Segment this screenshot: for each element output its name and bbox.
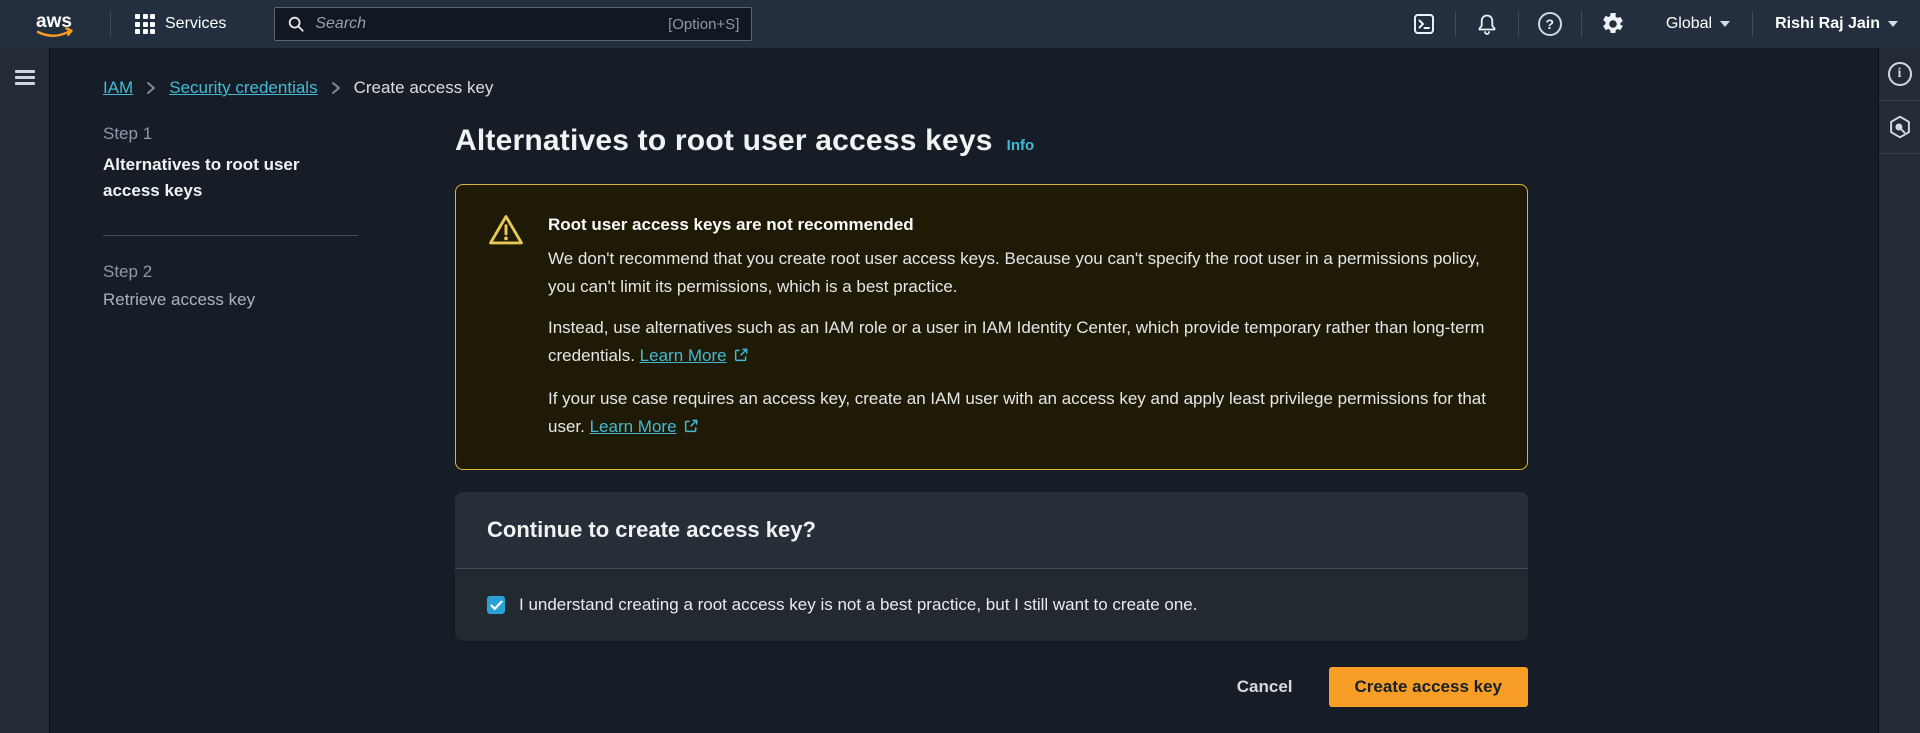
user-name: Rishi Raj Jain bbox=[1775, 15, 1880, 33]
help-button[interactable]: ? bbox=[1519, 0, 1581, 48]
services-grid-icon bbox=[135, 14, 155, 34]
external-link-icon bbox=[683, 415, 699, 443]
services-label: Services bbox=[165, 15, 226, 33]
create-access-key-button[interactable]: Create access key bbox=[1329, 667, 1528, 707]
breadcrumb-link-iam[interactable]: IAM bbox=[103, 78, 133, 98]
breadcrumb-link-security-credentials[interactable]: Security credentials bbox=[169, 78, 317, 98]
settings-button[interactable] bbox=[1582, 0, 1644, 48]
breadcrumb: IAM Security credentials Create access k… bbox=[50, 48, 1878, 98]
region-label: Global bbox=[1666, 15, 1712, 33]
bell-icon bbox=[1475, 12, 1499, 36]
cancel-button[interactable]: Cancel bbox=[1237, 677, 1293, 697]
page-title: Alternatives to root user access keys bbox=[455, 124, 993, 158]
left-navigation-rail bbox=[0, 48, 50, 733]
step-1-title[interactable]: Alternatives to root user access keys bbox=[103, 152, 335, 205]
confirm-panel-header: Continue to create access key? bbox=[455, 492, 1528, 569]
search-box[interactable]: [Option+S] bbox=[274, 7, 752, 41]
confirm-panel-title: Continue to create access key? bbox=[487, 517, 1496, 543]
info-icon: i bbox=[1888, 62, 1912, 86]
step-1-label: Step 1 bbox=[103, 124, 403, 144]
main-content-area: IAM Security credentials Create access k… bbox=[50, 48, 1878, 733]
learn-more-link-1[interactable]: Learn More bbox=[640, 346, 727, 365]
warning-paragraph-3: If your use case requires an access key,… bbox=[548, 385, 1487, 443]
topbar-right-controls: ? Global Rishi Raj Jain bbox=[1393, 0, 1920, 48]
question-mark-icon: ? bbox=[1538, 12, 1562, 36]
external-link-icon bbox=[733, 344, 749, 372]
notifications-button[interactable] bbox=[1456, 0, 1518, 48]
confirm-panel: Continue to create access key? I underst… bbox=[455, 492, 1528, 641]
hexagon-icon bbox=[1887, 114, 1913, 140]
right-tools-rail: i bbox=[1878, 48, 1920, 733]
wizard-step-content: Alternatives to root user access keys In… bbox=[455, 124, 1528, 707]
checkmark-icon bbox=[490, 600, 503, 611]
caret-down-icon bbox=[1720, 21, 1730, 27]
breadcrumb-current: Create access key bbox=[354, 78, 494, 98]
wizard-steps-nav: Step 1 Alternatives to root user access … bbox=[103, 124, 403, 707]
step-2-title[interactable]: Retrieve access key bbox=[103, 290, 403, 310]
confirm-checkbox-label[interactable]: I understand creating a root access key … bbox=[519, 595, 1197, 615]
wizard-actions: Cancel Create access key bbox=[455, 667, 1528, 707]
search-shortcut-hint: [Option+S] bbox=[668, 16, 739, 33]
info-link[interactable]: Info bbox=[1007, 137, 1035, 154]
warning-alert: Root user access keys are not recommende… bbox=[455, 184, 1528, 470]
warning-title: Root user access keys are not recommende… bbox=[548, 211, 1487, 239]
warning-paragraph-2: Instead, use alternatives such as an IAM… bbox=[548, 314, 1487, 372]
learn-more-link-2[interactable]: Learn More bbox=[590, 417, 677, 436]
services-menu-button[interactable]: Services bbox=[111, 0, 250, 48]
confirm-checkbox[interactable] bbox=[487, 596, 505, 614]
gear-icon bbox=[1601, 12, 1625, 36]
confirm-panel-body: I understand creating a root access key … bbox=[455, 569, 1528, 641]
steps-divider bbox=[103, 235, 358, 236]
caret-down-icon bbox=[1888, 21, 1898, 27]
aws-logo-icon: aws bbox=[32, 9, 78, 39]
info-panel-toggle[interactable]: i bbox=[1879, 48, 1920, 101]
account-menu[interactable]: Rishi Raj Jain bbox=[1753, 0, 1920, 48]
aws-logo[interactable]: aws bbox=[0, 0, 110, 48]
step-2-label: Step 2 bbox=[103, 262, 403, 282]
warning-triangle-icon bbox=[488, 211, 524, 443]
breadcrumb-chevron-icon bbox=[330, 81, 342, 95]
search-input[interactable] bbox=[315, 15, 658, 33]
warning-paragraph-1: We don't recommend that you create root … bbox=[548, 245, 1487, 301]
search-icon bbox=[287, 15, 305, 33]
cloudshell-terminal-icon bbox=[1412, 12, 1436, 36]
top-navigation-bar: aws Services [Option+S] bbox=[0, 0, 1920, 48]
hamburger-menu-icon[interactable] bbox=[15, 70, 49, 85]
cloudshell-button[interactable] bbox=[1393, 0, 1455, 48]
region-selector[interactable]: Global bbox=[1644, 0, 1752, 48]
hexagon-panel-toggle[interactable] bbox=[1879, 101, 1920, 154]
breadcrumb-chevron-icon bbox=[145, 81, 157, 95]
